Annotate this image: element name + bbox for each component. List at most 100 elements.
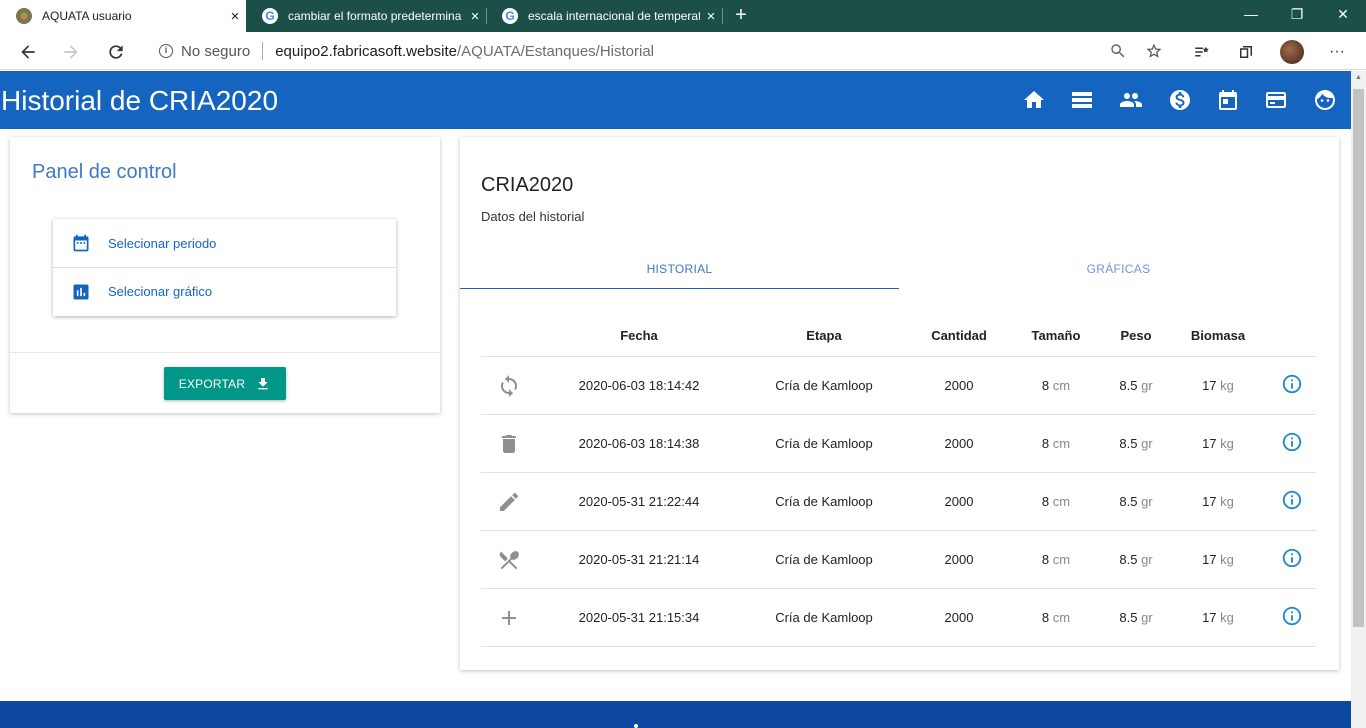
biomasa-value: 17 — [1202, 610, 1217, 625]
url-separator — [262, 42, 264, 60]
tab-divider — [722, 8, 723, 24]
cell-cantidad: 2000 — [944, 378, 974, 393]
peso-unit: gr — [1141, 552, 1153, 567]
biomasa-value: 17 — [1202, 436, 1217, 451]
table-row[interactable]: 2020-05-31 21:15:34 Cría de Kamloop 2000 8 … — [481, 589, 1316, 647]
card-subtitle: Datos del historial — [481, 209, 585, 224]
cell-etapa: Cría de Kamloop — [775, 436, 873, 451]
tab-close-icon[interactable]: × — [700, 8, 722, 25]
app-header: Historial de CRIA2020 — [0, 71, 1351, 129]
info-icon[interactable] — [1281, 489, 1303, 511]
select-period-item[interactable]: Selecionar periodo — [53, 219, 396, 267]
biomasa-unit: kg — [1220, 552, 1234, 567]
close-window-button[interactable]: ✕ — [1320, 0, 1366, 32]
biomasa-value: 17 — [1202, 378, 1217, 393]
table-row[interactable]: 2020-06-03 18:14:42 Cría de Kamloop 2000 8 … — [481, 357, 1316, 415]
peso-unit: gr — [1141, 436, 1153, 451]
header-fecha: Fecha — [620, 328, 658, 343]
calendar-icon[interactable] — [1216, 88, 1240, 112]
face-icon[interactable] — [1313, 88, 1337, 112]
tab-close-icon[interactable]: × — [224, 8, 246, 25]
page-footer — [0, 701, 1351, 728]
browser-tab-aquata[interactable]: AQUATA usuario × — [0, 0, 246, 32]
url-path: /AQUATA/Estanques/Historial — [457, 42, 655, 60]
cell-etapa: Cría de Kamloop — [775, 378, 873, 393]
tamano-value: 8 — [1041, 610, 1050, 625]
url-bar[interactable]: i No seguro equipo2.fabricasoft.website /… — [145, 36, 1178, 66]
tamano-unit: cm — [1052, 552, 1071, 567]
collections-icon[interactable] — [1235, 41, 1257, 63]
table-row[interactable]: 2020-05-31 21:21:14 Cría de Kamloop 2000 8 … — [481, 531, 1316, 589]
info-icon[interactable] — [1281, 431, 1303, 453]
table-row[interactable]: 2020-05-31 21:22:44 Cría de Kamloop 2000 8 … — [481, 473, 1316, 531]
cell-etapa: Cría de Kamloop — [775, 610, 873, 625]
history-tabs: HISTORIAL GRÁFICAS — [460, 249, 1339, 289]
scrollbar-thumb[interactable] — [1353, 89, 1364, 627]
new-tab-button[interactable]: + — [730, 4, 752, 26]
restore-button[interactable]: ❐ — [1274, 0, 1320, 32]
profile-avatar[interactable] — [1280, 40, 1304, 64]
select-chart-label: Selecionar gráfico — [108, 284, 213, 299]
cell-biomasa: 17 kg — [1168, 415, 1268, 473]
cell-cantidad: 2000 — [944, 494, 974, 509]
cell-biomasa: 17 kg — [1168, 589, 1268, 647]
utensils-icon — [497, 548, 521, 572]
biomasa-value: 17 — [1202, 494, 1217, 509]
peso-unit: gr — [1141, 378, 1153, 393]
more-options-icon[interactable]: ··· — [1326, 41, 1348, 63]
biomasa-unit: kg — [1220, 378, 1234, 393]
peso-value: 8.5 — [1119, 610, 1138, 625]
back-button[interactable] — [15, 39, 41, 65]
trash-icon — [497, 432, 521, 456]
list-icon[interactable] — [1070, 88, 1094, 112]
export-button[interactable]: EXPORTAR — [164, 367, 286, 400]
people-icon[interactable] — [1119, 88, 1143, 112]
tamano-unit: cm — [1052, 610, 1071, 625]
tamano-unit: cm — [1052, 436, 1071, 451]
peso-value: 8.5 — [1119, 552, 1138, 567]
cell-cantidad: 2000 — [944, 610, 974, 625]
reload-button[interactable] — [103, 39, 129, 65]
site-info-icon[interactable]: i — [159, 44, 173, 58]
panel-divider — [10, 352, 440, 353]
info-icon[interactable] — [1281, 605, 1303, 627]
forward-button[interactable] — [58, 39, 84, 65]
table-row[interactable]: 2020-06-03 18:14:38 Cría de Kamloop 2000 8 … — [481, 415, 1316, 473]
cell-fecha: 2020-05-31 21:21:14 — [578, 552, 700, 567]
plus-icon — [497, 606, 521, 630]
select-chart-item[interactable]: Selecionar gráfico — [53, 267, 396, 315]
tamano-value: 8 — [1041, 378, 1050, 393]
page-title: Historial de CRIA2020 — [1, 85, 279, 116]
peso-value: 8.5 — [1119, 378, 1138, 393]
favorite-star-icon[interactable] — [1143, 40, 1165, 62]
browser-tab-escala-temperatura[interactable]: escala internacional de temperat × — [486, 0, 722, 32]
control-panel-title: Panel de control — [32, 161, 177, 183]
scroll-up-arrow-icon[interactable]: ▲ — [1353, 74, 1364, 84]
money-icon[interactable] — [1168, 88, 1192, 112]
pencil-icon — [497, 490, 521, 514]
history-card: CRIA2020 Datos del historial HISTORIAL G… — [460, 137, 1339, 670]
biomasa-value: 17 — [1202, 552, 1217, 567]
tab-graficas[interactable]: GRÁFICAS — [899, 249, 1338, 289]
bar-chart-icon — [73, 284, 89, 299]
google-favicon-icon — [502, 8, 518, 24]
active-tab-indicator — [460, 288, 899, 289]
tab-close-icon[interactable]: × — [464, 8, 486, 25]
info-icon[interactable] — [1281, 373, 1303, 395]
control-panel-menu: Selecionar periodo Selecionar gráfico — [53, 219, 396, 316]
url-host: equipo2.fabricasoft.website — [275, 42, 457, 60]
biomasa-unit: kg — [1220, 494, 1234, 509]
info-icon[interactable] — [1281, 547, 1303, 569]
cell-biomasa: 17 kg — [1168, 357, 1268, 415]
browser-tab-cambiar-formato[interactable]: cambiar el formato predetermina × — [246, 0, 486, 32]
home-icon[interactable] — [1022, 88, 1046, 112]
card-title: CRIA2020 — [481, 174, 574, 196]
arrow-right-icon — [64, 45, 78, 59]
favorites-list-icon[interactable] — [1191, 41, 1213, 63]
tab-historial[interactable]: HISTORIAL — [460, 249, 899, 289]
zoom-search-icon[interactable] — [1107, 40, 1129, 62]
header-biomasa: Biomasa — [1190, 328, 1246, 343]
card-icon[interactable] — [1264, 88, 1288, 112]
tamano-value: 8 — [1041, 552, 1050, 567]
minimize-button[interactable]: — — [1228, 0, 1274, 32]
